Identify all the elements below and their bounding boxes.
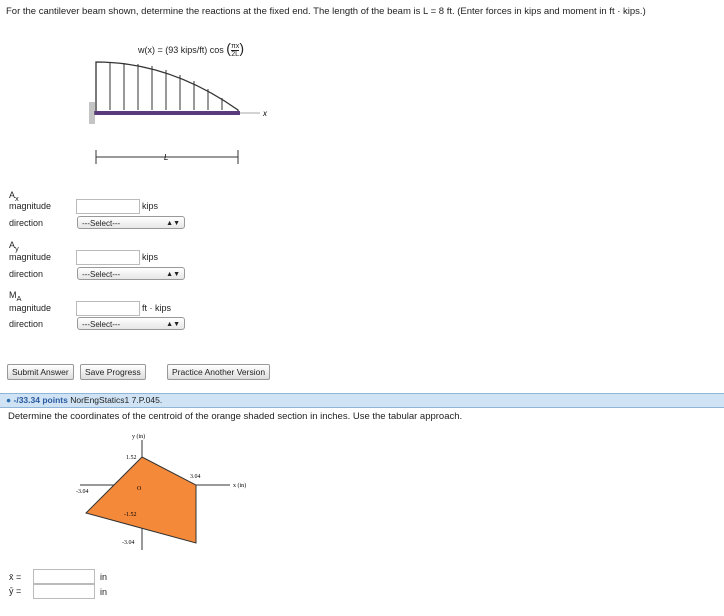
load-equation: w(x) = (93 kips/ft) cos (πx 2L) xyxy=(138,40,244,59)
svg-text:-1.52: -1.52 xyxy=(124,512,137,518)
shape xyxy=(85,456,197,544)
y-bar-input[interactable] xyxy=(33,584,95,599)
load-arrows xyxy=(95,62,223,110)
centroid-figure: y (in) 1.52 3.04 x (in) -3.04 O -1.52 -3… xyxy=(76,433,246,550)
svg-text:x (in): x (in) xyxy=(233,482,246,489)
wall xyxy=(89,102,95,124)
load-curve xyxy=(95,61,239,115)
ma-symbol: MA xyxy=(9,290,22,303)
practice-another-version-button[interactable]: Practice Another Version xyxy=(167,364,271,380)
submit-answer-button[interactable]: Submit Answer xyxy=(7,364,74,380)
ax-direction-select[interactable]: ---Select--- ▲▼ xyxy=(77,216,185,229)
ay-direction-select[interactable]: ---Select--- ▲▼ xyxy=(77,267,185,280)
svg-text:-3.04: -3.04 xyxy=(76,489,89,495)
svg-text:1.52: 1.52 xyxy=(126,455,137,461)
ay-symbol: Ay xyxy=(9,240,19,253)
svg-text:O: O xyxy=(137,486,142,492)
beam xyxy=(94,111,240,115)
ax-magnitude-input[interactable] xyxy=(76,199,140,214)
question-header: ● -/33.34 points NorEngStatics1 7.P.045. xyxy=(0,393,724,408)
ma-magnitude-input[interactable] xyxy=(76,301,140,316)
svg-text:y (in): y (in) xyxy=(132,433,145,440)
svg-text:x: x xyxy=(262,109,268,118)
ay-magnitude-input[interactable] xyxy=(76,250,140,265)
question-prompt-2: Determine the coordinates of the centroi… xyxy=(8,411,463,422)
ma-direction-select[interactable]: ---Select--- ▲▼ xyxy=(77,317,185,330)
svg-text:-3.04: -3.04 xyxy=(122,540,135,546)
expand-icon[interactable]: ● xyxy=(6,395,11,405)
save-progress-button[interactable]: Save Progress xyxy=(80,364,146,380)
x-bar-input[interactable] xyxy=(33,569,95,584)
question-prompt: For the cantilever beam shown, determine… xyxy=(6,6,646,17)
svg-text:3.04: 3.04 xyxy=(190,474,201,480)
svg-text:L: L xyxy=(164,153,168,162)
